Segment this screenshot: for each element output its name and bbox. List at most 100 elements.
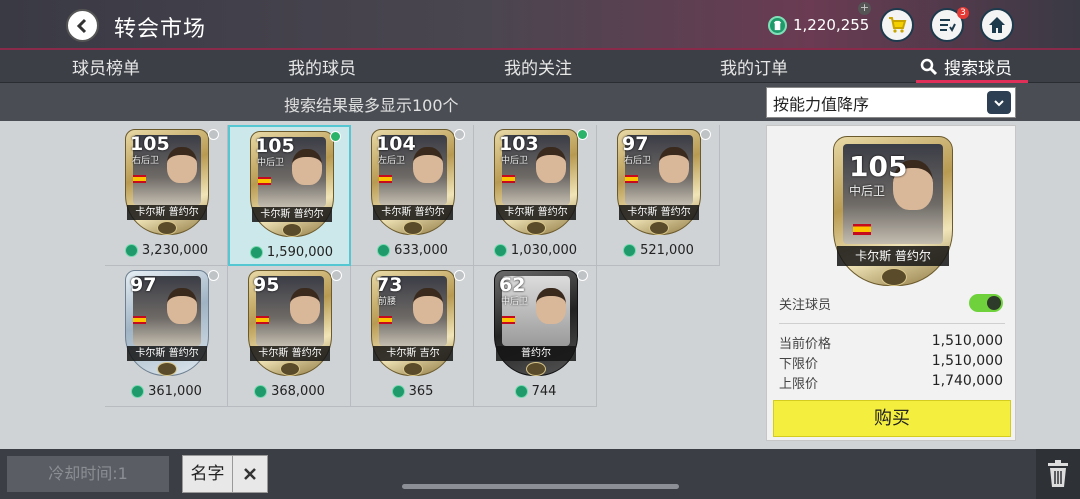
sort-dropdown[interactable]: 按能力值降序 — [766, 87, 1016, 118]
tab-my-players[interactable]: 我的球员 — [288, 54, 356, 79]
follow-toggle[interactable] — [969, 294, 1003, 312]
player-face — [167, 147, 197, 183]
player-listing[interactable]: 105 中后卫 卡尔斯 普约尔 1,590,000 — [228, 125, 351, 266]
home-button[interactable] — [980, 8, 1014, 42]
player-listing[interactable]: 104 左后卫 卡尔斯 普约尔 633,000 — [351, 125, 474, 266]
info-dot-icon[interactable] — [700, 129, 711, 140]
player-name: 卡尔斯 普约尔 — [127, 205, 207, 220]
detail-rating: 105 — [849, 150, 908, 183]
results-toolbar: 搜索结果最多显示100个 按能力值降序 — [0, 83, 1080, 121]
listing-price: 365 — [351, 384, 474, 399]
max-price-value: 1,740,000 — [931, 373, 1003, 389]
max-price-row: 上限价 1,740,000 — [779, 373, 1005, 392]
tab-my-orders[interactable]: 我的订单 — [720, 54, 788, 79]
player-rating: 62 — [499, 274, 526, 296]
coin-icon — [131, 385, 145, 398]
current-price-label: 当前价格 — [779, 337, 832, 352]
coin-icon — [249, 246, 263, 259]
flag-icon — [256, 316, 269, 324]
buy-button[interactable]: 购买 — [773, 400, 1011, 437]
close-icon[interactable] — [233, 456, 267, 492]
player-card: 95 卡尔斯 普约尔 — [248, 270, 332, 376]
flag-icon — [625, 175, 638, 183]
coin-icon — [124, 244, 138, 257]
chevron-down-icon[interactable] — [987, 91, 1011, 114]
info-dot-icon[interactable] — [208, 129, 219, 140]
detail-position: 中后卫 — [849, 184, 886, 198]
flag-icon — [502, 175, 515, 183]
player-listing[interactable]: 105 右后卫卡尔斯 普约尔 3,230,000 — [105, 125, 228, 266]
min-price-value: 1,510,000 — [931, 353, 1003, 369]
player-position: 右后卫 — [132, 156, 160, 166]
player-rating: 97 — [622, 133, 649, 155]
favorite-star-icon[interactable] — [330, 131, 341, 142]
player-detail-panel: 105 中后卫 卡尔斯 普约尔 关注球员 当前价格 1,510,000 下限价 … — [766, 125, 1016, 441]
card-emblem-icon — [403, 221, 423, 235]
top-header: 转会市场 + 1,220,255 3 — [0, 0, 1080, 50]
divider — [779, 323, 1005, 324]
listing-price-value: 368,000 — [271, 384, 325, 399]
add-coins-icon[interactable]: + — [858, 2, 871, 15]
name-filter-chip[interactable]: 名字 — [182, 455, 268, 493]
favorite-star-icon[interactable] — [577, 129, 588, 140]
bottom-bar: 冷却时间:1 名字 — [0, 449, 1080, 499]
player-rating: 103 — [499, 133, 539, 155]
info-dot-icon[interactable] — [208, 270, 219, 281]
player-listing[interactable]: 103 中后卫 卡尔斯 普约尔 1,030,000 — [474, 125, 597, 266]
info-dot-icon[interactable] — [577, 270, 588, 281]
card-emblem-icon — [280, 362, 300, 376]
tab-search-label: 搜索球员 — [944, 59, 1012, 79]
cart-button[interactable] — [880, 8, 914, 42]
listing-price: 744 — [474, 384, 597, 399]
listing-price: 1,030,000 — [474, 243, 597, 258]
card-emblem-icon — [526, 362, 546, 376]
notification-badge: 3 — [957, 7, 969, 19]
player-name: 卡尔斯 普约尔 — [252, 207, 332, 222]
follow-row: 关注球员 — [779, 294, 1005, 314]
player-face — [413, 288, 443, 324]
listing-price: 521,000 — [597, 243, 720, 258]
player-card: 104 左后卫 卡尔斯 普约尔 — [371, 129, 455, 235]
coin-icon — [254, 385, 268, 398]
player-listing[interactable]: 73 前腰 卡尔斯 吉尔 365 — [351, 266, 474, 407]
cooldown-button[interactable]: 冷却时间:1 — [7, 456, 169, 492]
follow-label: 关注球员 — [779, 298, 832, 313]
current-price-row: 当前价格 1,510,000 — [779, 333, 1005, 352]
info-dot-icon[interactable] — [331, 270, 342, 281]
search-icon — [920, 58, 938, 75]
player-name: 普约尔 — [496, 346, 576, 361]
tab-player-rankings[interactable]: 球员榜单 — [72, 54, 140, 79]
player-card: 97 右后卫卡尔斯 普约尔 — [617, 129, 701, 235]
listing-price-value: 744 — [531, 384, 557, 399]
filter-chip-label: 名字 — [183, 456, 233, 492]
back-button[interactable] — [66, 9, 99, 42]
listing-price-value: 361,000 — [148, 384, 202, 399]
scroll-handle[interactable] — [402, 484, 679, 489]
tasks-icon — [940, 19, 956, 32]
tab-my-follows[interactable]: 我的关注 — [504, 54, 572, 79]
player-listing[interactable]: 97 卡尔斯 普约尔 361,000 — [105, 266, 228, 407]
player-face — [167, 288, 197, 324]
player-card: 97 卡尔斯 普约尔 — [125, 270, 209, 376]
trash-button[interactable] — [1036, 449, 1080, 499]
player-listing[interactable]: 62 中后卫 普约尔 744 — [474, 266, 597, 407]
coin-balance: 1,220,255 — [768, 15, 869, 35]
player-face — [290, 288, 320, 324]
listing-price-value: 365 — [408, 384, 434, 399]
player-listing[interactable]: 95 卡尔斯 普约尔 368,000 — [228, 266, 351, 407]
player-rating: 105 — [130, 133, 170, 155]
listing-price-value: 521,000 — [640, 243, 694, 258]
listing-price: 1,590,000 — [230, 245, 353, 260]
info-dot-icon[interactable] — [454, 270, 465, 281]
player-listing[interactable]: 97 右后卫卡尔斯 普约尔 521,000 — [597, 125, 720, 266]
listing-price: 3,230,000 — [105, 243, 228, 258]
player-card: 73 前腰 卡尔斯 吉尔 — [371, 270, 455, 376]
player-name: 卡尔斯 普约尔 — [619, 205, 699, 220]
tab-search-players[interactable]: 搜索球员 — [920, 54, 1012, 79]
player-name: 卡尔斯 吉尔 — [373, 346, 453, 361]
search-results-grid: 105 右后卫 卡尔斯 普约尔 3,230,000 105 中后卫 卡尔斯 普约尔 1,590… — [105, 125, 720, 408]
max-price-label: 上限价 — [779, 377, 819, 392]
info-dot-icon[interactable] — [454, 129, 465, 140]
player-card: 62 中后卫 普约尔 — [494, 270, 578, 376]
player-position: 右后卫 — [624, 156, 652, 166]
